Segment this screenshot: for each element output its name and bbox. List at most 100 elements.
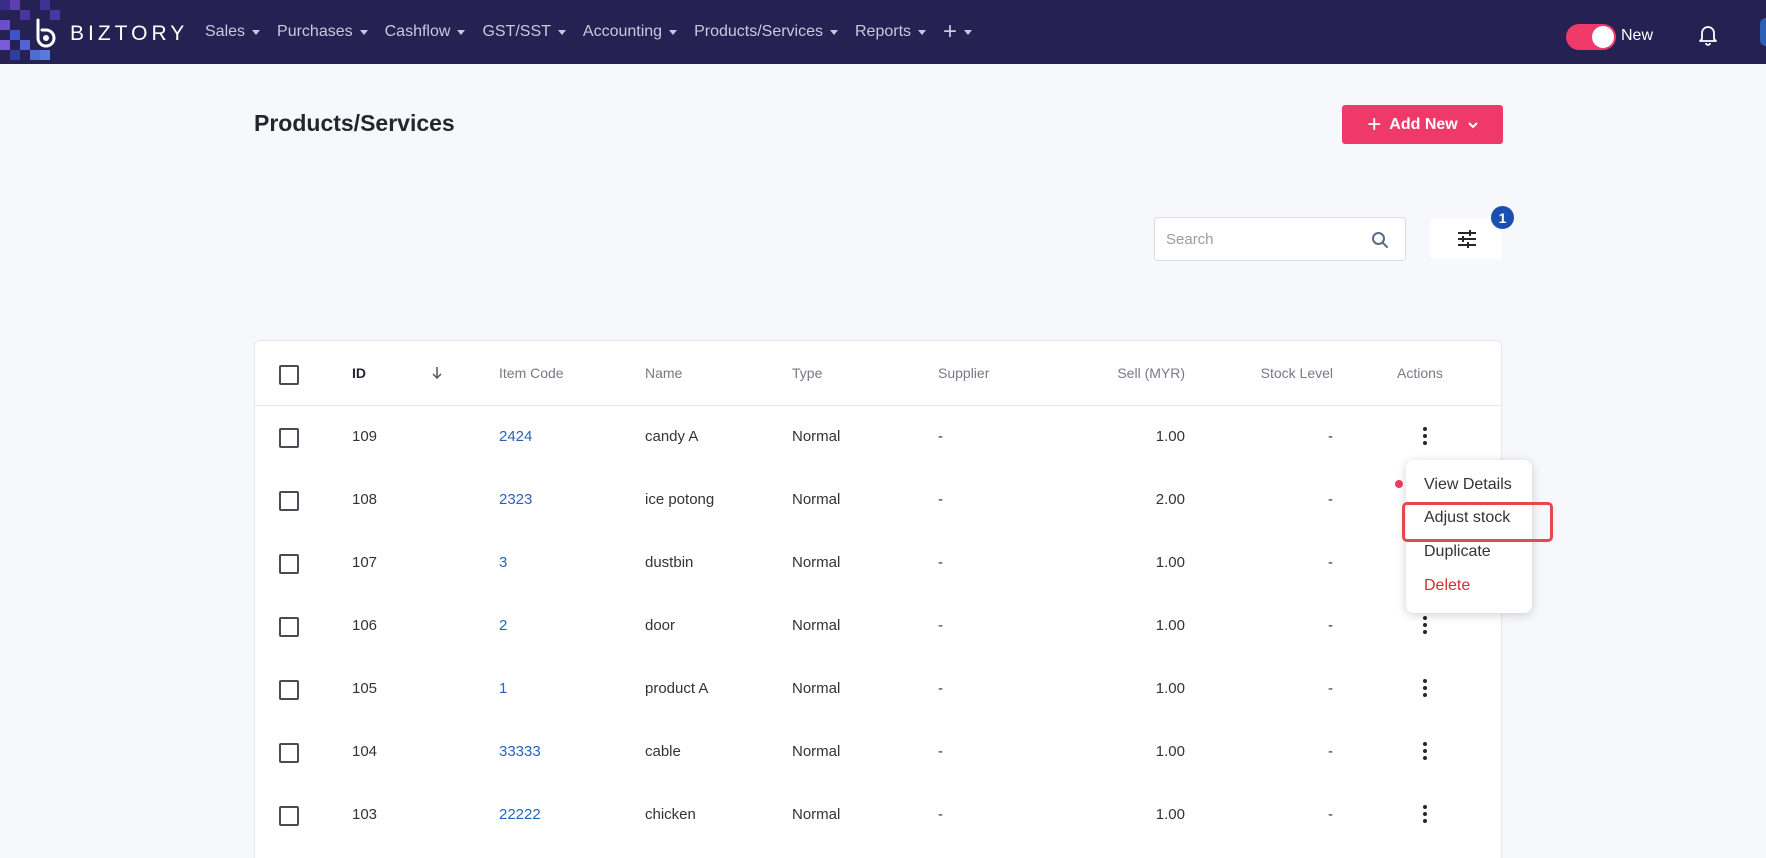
table-row: 107 3 dustbin Normal - 1.00 - <box>255 532 1501 595</box>
caret-down-icon <box>964 29 973 35</box>
table-row: 103 22222 chicken Normal - 1.00 - <box>255 784 1501 847</box>
top-navbar: BIZTORY Sales Purchases Cashflow GST/SST… <box>0 0 1766 64</box>
search-input[interactable] <box>1155 218 1355 260</box>
menu-item-duplicate[interactable]: Duplicate <box>1424 543 1491 561</box>
bell-icon[interactable] <box>1696 22 1720 46</box>
row-id: 109 <box>352 428 378 445</box>
row-checkbox[interactable] <box>279 806 299 826</box>
column-header-item-code[interactable]: Item Code <box>499 365 564 381</box>
table-row: 105 1 product A Normal - 1.00 - <box>255 658 1501 721</box>
biztory-logo-icon <box>36 18 56 48</box>
row-stock-level: - <box>1328 743 1333 760</box>
row-sell: 1.00 <box>1155 428 1185 445</box>
menu-item-view-details[interactable]: View Details <box>1424 476 1512 494</box>
nav-item-cashflow[interactable]: Cashflow <box>385 23 466 41</box>
nav-item-label: Sales <box>205 23 246 40</box>
menu-item-delete[interactable]: Delete <box>1424 577 1470 595</box>
row-item-code-link[interactable]: 1 <box>499 680 507 697</box>
row-name: product A <box>645 680 709 697</box>
row-stock-level: - <box>1328 554 1333 571</box>
caret-down-icon <box>252 29 261 35</box>
nav-quick-add-button[interactable]: + <box>943 18 973 46</box>
nav-item-products-services[interactable]: Products/Services <box>694 23 838 41</box>
row-supplier: - <box>938 680 943 697</box>
row-name: cable <box>645 743 681 760</box>
row-checkbox[interactable] <box>279 743 299 763</box>
toggle-label: New <box>1621 27 1654 44</box>
add-new-label: Add New <box>1389 115 1458 133</box>
column-header-sell[interactable]: Sell (MYR) <box>1101 365 1185 381</box>
row-item-code-link[interactable]: 22222 <box>499 806 541 823</box>
row-id: 104 <box>352 743 378 760</box>
row-checkbox[interactable] <box>279 554 299 574</box>
row-id: 105 <box>352 680 378 697</box>
row-sell: 1.00 <box>1155 743 1185 760</box>
add-new-button[interactable]: + Add New <box>1342 105 1503 144</box>
row-item-code-link[interactable]: 2323 <box>499 491 532 508</box>
row-sell: 1.00 <box>1155 554 1185 571</box>
row-actions-kebab-icon[interactable] <box>1416 676 1434 702</box>
row-id: 106 <box>352 617 378 634</box>
row-type: Normal <box>792 428 841 445</box>
plus-icon: + <box>1367 110 1382 138</box>
nav-item-label: Cashflow <box>384 23 451 40</box>
toggle-knob <box>1592 26 1614 48</box>
row-sell: 1.00 <box>1155 680 1185 697</box>
sliders-icon <box>1458 230 1476 248</box>
row-actions-kebab-icon[interactable] <box>1416 802 1434 828</box>
row-actions-kebab-icon[interactable] <box>1416 613 1434 639</box>
row-stock-level: - <box>1328 806 1333 823</box>
nav-item-label: Products/Services <box>694 23 823 40</box>
nav-item-sales[interactable]: Sales <box>205 23 261 41</box>
row-checkbox[interactable] <box>279 428 299 448</box>
row-item-code-link[interactable]: 2 <box>499 617 507 634</box>
row-sell: 2.00 <box>1155 491 1185 508</box>
row-item-code-link[interactable]: 33333 <box>499 743 541 760</box>
row-actions-kebab-icon[interactable] <box>1416 424 1434 450</box>
row-checkbox[interactable] <box>279 617 299 637</box>
caret-down-icon <box>918 29 927 35</box>
column-header-type[interactable]: Type <box>792 365 822 381</box>
chevron-down-icon <box>1468 121 1478 128</box>
row-stock-level: - <box>1328 491 1333 508</box>
row-id: 108 <box>352 491 378 508</box>
row-checkbox[interactable] <box>279 680 299 700</box>
select-all-checkbox[interactable] <box>279 365 299 385</box>
table-row: 106 2 door Normal - 1.00 - <box>255 595 1501 658</box>
nav-item-reports[interactable]: Reports <box>855 23 927 41</box>
sort-arrow-down-icon[interactable] <box>431 366 443 380</box>
row-stock-level: - <box>1328 680 1333 697</box>
nav-item-gst-sst[interactable]: GST/SST <box>482 23 566 41</box>
indicator-dot <box>1395 480 1403 488</box>
nav-item-label: Accounting <box>582 23 663 40</box>
menu-item-adjust-stock[interactable]: Adjust stock <box>1424 509 1510 527</box>
column-header-id[interactable]: ID <box>352 365 366 381</box>
nav-item-purchases[interactable]: Purchases <box>277 23 368 41</box>
row-supplier: - <box>938 743 943 760</box>
nav-item-accounting[interactable]: Accounting <box>582 23 678 41</box>
search-icon[interactable] <box>1371 231 1389 249</box>
new-ui-toggle[interactable] <box>1566 24 1616 50</box>
row-supplier: - <box>938 617 943 634</box>
row-item-code-link[interactable]: 2424 <box>499 428 532 445</box>
nav-item-label: GST/SST <box>482 23 551 40</box>
table-header: ID Item Code Name Type Supplier Sell (MY… <box>255 341 1501 406</box>
row-checkbox[interactable] <box>279 491 299 511</box>
column-header-name[interactable]: Name <box>645 365 682 381</box>
column-header-actions: Actions <box>1397 365 1443 381</box>
caret-down-icon <box>359 29 368 35</box>
main-nav: Sales Purchases Cashflow GST/SST Account… <box>205 0 973 64</box>
row-name: candy A <box>645 428 699 445</box>
column-header-stock-level[interactable]: Stock Level <box>1255 365 1333 381</box>
column-header-supplier[interactable]: Supplier <box>938 365 989 381</box>
row-stock-level: - <box>1328 428 1333 445</box>
row-sell: 1.00 <box>1155 806 1185 823</box>
row-actions-kebab-icon[interactable] <box>1416 739 1434 765</box>
row-type: Normal <box>792 680 841 697</box>
row-name: door <box>645 617 676 634</box>
row-id: 107 <box>352 554 378 571</box>
avatar[interactable] <box>1760 18 1766 46</box>
search-box <box>1154 217 1406 261</box>
row-name: ice potong <box>645 491 715 508</box>
row-item-code-link[interactable]: 3 <box>499 554 507 571</box>
